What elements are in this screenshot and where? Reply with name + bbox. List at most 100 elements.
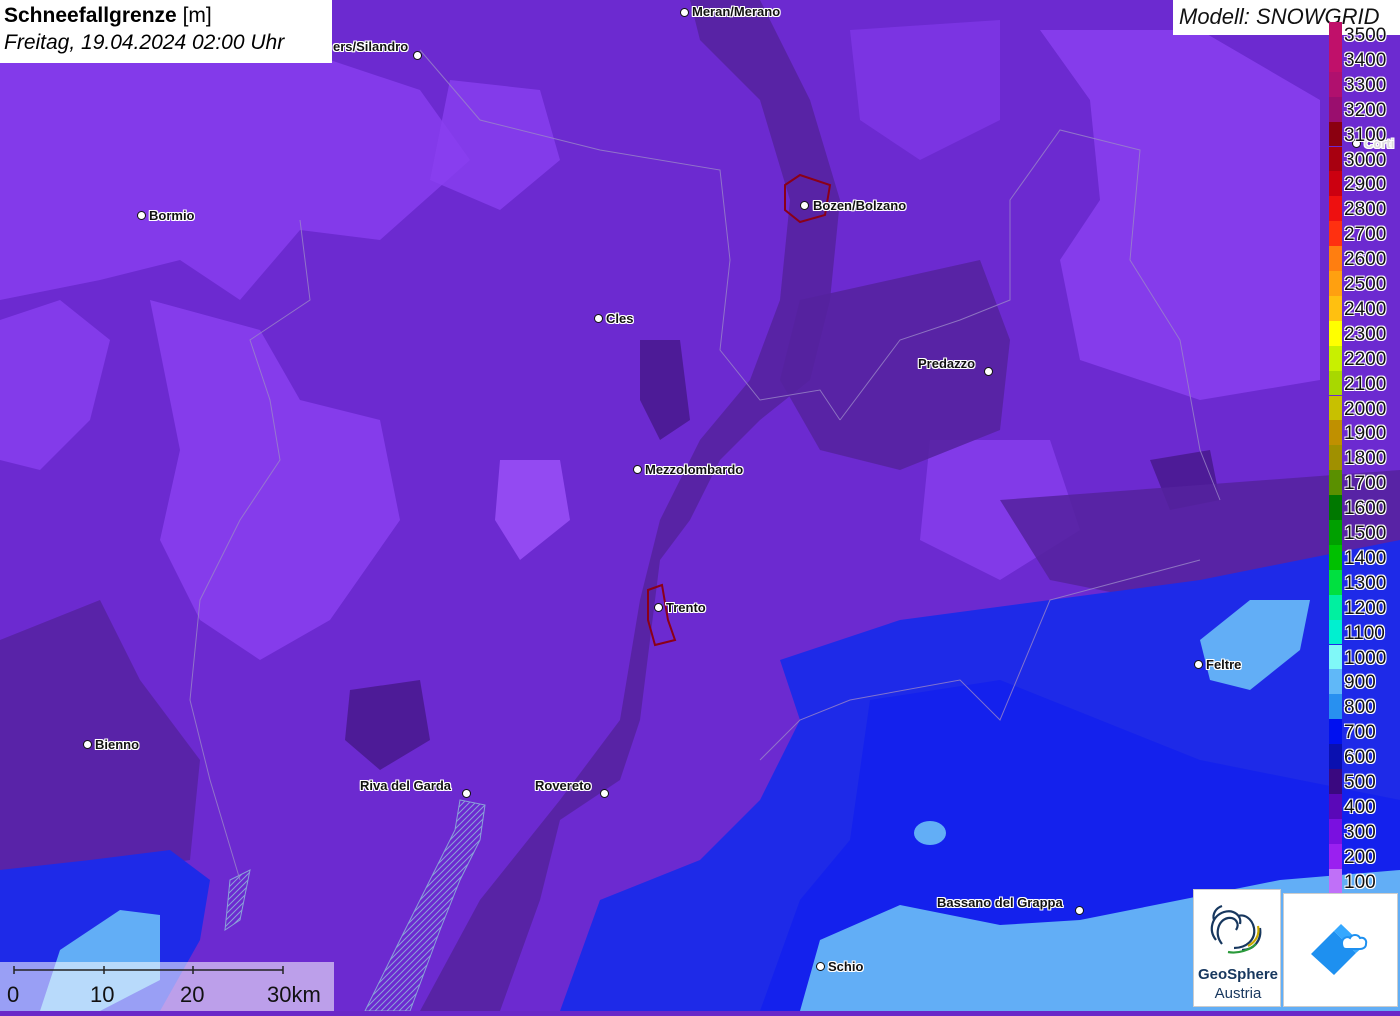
legend-swatch (1329, 843, 1342, 869)
legend-item: 3300 (1328, 71, 1400, 97)
color-legend: 3500 3400 3300 3200 3100 3000 2900 2800 2700 2600… (1328, 22, 1400, 894)
legend-item: 1400 (1328, 544, 1400, 570)
legend-swatch (1329, 345, 1342, 371)
legend-swatch (1329, 71, 1342, 97)
city-dot (633, 465, 642, 474)
legend-item: 2300 (1328, 320, 1400, 346)
legend-label: 1200 (1344, 597, 1387, 619)
city-dot (984, 367, 993, 376)
city-label-cles: Cles (606, 311, 634, 326)
legend-swatch (1329, 793, 1342, 819)
variable-name: Schneefallgrenze (4, 4, 177, 27)
legend-label: 1900 (1344, 423, 1387, 445)
legend-label: 500 (1344, 772, 1376, 793)
zone-sky-spot (914, 821, 946, 845)
legend-label: 2200 (1344, 348, 1387, 370)
legend-label: 2000 (1344, 398, 1387, 420)
legend-item: 600 (1328, 744, 1400, 769)
legend-item: 1200 (1328, 594, 1400, 620)
city-dot (83, 740, 92, 749)
legend-swatch (1329, 644, 1342, 670)
legend-label: 900 (1344, 672, 1376, 694)
legend-swatch (1329, 544, 1342, 570)
legend-label: 600 (1344, 747, 1376, 769)
legend-item: 1300 (1328, 569, 1400, 595)
scale-bar: 0 10 20 30km (0, 962, 334, 1011)
legend-item: 2900 (1328, 171, 1400, 197)
legend-label: 1800 (1344, 448, 1387, 470)
geosphere-logo-subtext: Austria (1214, 985, 1262, 1002)
legend-swatch (1329, 719, 1342, 745)
legend-label: 2700 (1344, 224, 1387, 246)
legend-swatch (1329, 146, 1342, 172)
legend-swatch (1329, 121, 1342, 147)
legend-swatch (1329, 196, 1342, 222)
legend-item: 1500 (1328, 520, 1400, 545)
legend-label: 3300 (1344, 74, 1387, 96)
legend-item: 500 (1328, 769, 1400, 794)
legend-swatch (1329, 370, 1342, 396)
snowfall-map[interactable]: Meran/Merano ers/Silandro Bormio Bozen/B… (0, 0, 1400, 1012)
geosphere-logo[interactable]: GeoSphere Austria (1193, 889, 1281, 1007)
legend-item: 1000 (1328, 644, 1400, 670)
legend-label: 3100 (1344, 124, 1387, 146)
legend-swatch (1329, 445, 1342, 471)
scale-label-0: 0 (7, 982, 20, 1007)
legend-swatch (1329, 594, 1342, 620)
legend-item: 1700 (1328, 470, 1400, 496)
legend-label: 2800 (1344, 199, 1387, 221)
legend-label: 2500 (1344, 274, 1387, 295)
legend-swatch (1329, 569, 1342, 595)
legend-label: 700 (1344, 722, 1376, 744)
map-layers (0, 0, 1400, 1012)
legend-item: 3000 (1328, 146, 1400, 172)
city-label-feltre: Feltre (1206, 657, 1242, 672)
legend-label: 800 (1344, 697, 1376, 719)
snow-app-logo[interactable] (1283, 893, 1398, 1007)
geosphere-logo-text: GeoSphere (1197, 966, 1279, 983)
legend-label: 2300 (1344, 323, 1387, 345)
legend-label: 2100 (1344, 373, 1387, 395)
legend-swatch (1329, 818, 1342, 844)
city-label-trento: Trento (666, 600, 706, 615)
city-dot (413, 51, 422, 60)
legend-label: 3400 (1344, 49, 1387, 71)
legend-swatch (1329, 22, 1342, 47)
legend-item: 1100 (1328, 619, 1400, 645)
legend-swatch (1329, 46, 1342, 72)
legend-swatch (1329, 669, 1342, 695)
legend-swatch (1329, 619, 1342, 645)
city-label-schio: Schio (828, 959, 864, 974)
legend-label: 1100 (1344, 622, 1385, 644)
legend-item: 2400 (1328, 295, 1400, 321)
mountain-cloud-icon (1311, 924, 1368, 975)
legend-item: 1800 (1328, 445, 1400, 471)
legend-swatch (1329, 470, 1342, 496)
scale-label-30: 30km (267, 982, 321, 1007)
city-label-bienno: Bienno (95, 737, 140, 752)
city-label-predazzo: Predazzo (918, 356, 976, 371)
legend-item: 2800 (1328, 196, 1400, 222)
legend-swatch (1329, 295, 1342, 321)
legend-item: 2000 (1328, 395, 1400, 421)
legend-swatch (1329, 694, 1342, 720)
city-dot (137, 211, 146, 220)
legend-label: 1000 (1344, 647, 1387, 669)
legend-item: 300 (1328, 818, 1400, 844)
legend-swatch (1329, 868, 1342, 894)
legend-item: 1900 (1328, 420, 1400, 446)
city-dot (816, 962, 825, 971)
legend-item: 3500 (1328, 22, 1400, 47)
legend-item: 800 (1328, 694, 1400, 720)
legend-item: 900 (1328, 669, 1400, 695)
scale-label-20: 20 (180, 982, 205, 1007)
legend-label: 200 (1344, 846, 1376, 868)
city-label-silandro: ers/Silandro (333, 39, 409, 54)
legend-item: 400 (1328, 793, 1400, 819)
city-label-bassano: Bassano del Grappa (937, 895, 1063, 910)
scale-label-10: 10 (90, 982, 115, 1007)
forecast-datetime: Freitag, 19.04.2024 02:00 Uhr (4, 31, 285, 54)
legend-label: 3200 (1344, 99, 1387, 121)
city-dot (654, 603, 663, 612)
legend-swatch (1329, 520, 1342, 545)
